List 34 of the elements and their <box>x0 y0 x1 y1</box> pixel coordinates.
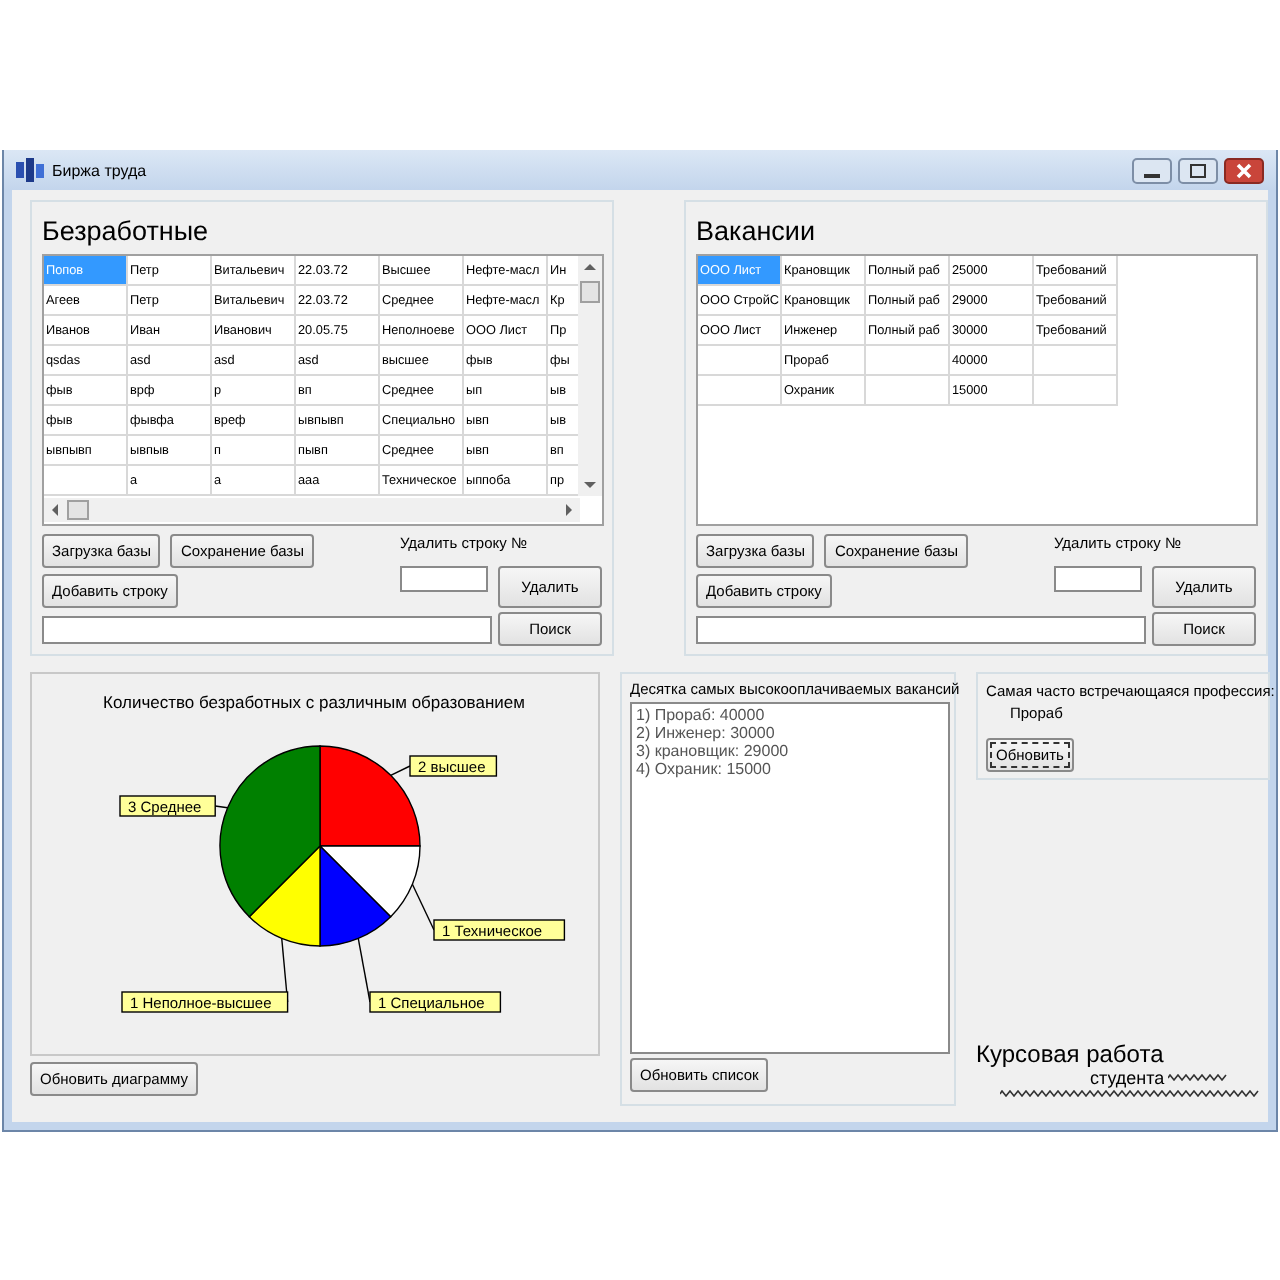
table-cell[interactable] <box>1034 346 1118 376</box>
leader-line <box>390 765 411 776</box>
table-cell[interactable] <box>44 466 128 496</box>
chart-title: Количество безработных с различным образованием <box>103 692 525 712</box>
app-icon <box>16 158 44 182</box>
table-cell[interactable] <box>698 346 782 376</box>
squiggle-icon <box>1000 1090 1260 1098</box>
footer-subtitle: студента <box>1090 1068 1165 1088</box>
search-field[interactable] <box>696 615 1146 643</box>
vertical-scrollbar[interactable] <box>578 256 602 496</box>
list-item[interactable]: 2) Инженер: 30000 <box>636 724 944 742</box>
table-cell[interactable] <box>1034 376 1118 406</box>
data-grid[interactable] <box>42 254 604 526</box>
leader-line <box>357 937 371 1003</box>
row-number-field[interactable] <box>400 565 488 591</box>
list-item[interactable]: 4) Охраник: 15000 <box>636 760 944 778</box>
search-field[interactable] <box>42 615 492 643</box>
maximize-icon[interactable] <box>1178 157 1218 183</box>
list-item[interactable]: 1) Прораб: 40000 <box>636 706 944 724</box>
list-item[interactable]: 3) крановщик: 29000 <box>636 742 944 760</box>
row-number-field[interactable] <box>1054 565 1142 591</box>
table-cell[interactable] <box>866 376 950 406</box>
vacancy-list[interactable]: 1) Прораб: 40000 2) Инженер: 30000 3) крановщик: 29000 4) Охраник: 15000 <box>630 702 950 1054</box>
close-icon[interactable] <box>1224 157 1264 183</box>
leader-line <box>411 883 435 931</box>
panel-title: Безработные <box>42 216 211 246</box>
window-title: Биржа труда <box>52 161 147 179</box>
squiggle-icon <box>1168 1074 1229 1082</box>
footer-title: Курсовая работа <box>976 1040 1166 1068</box>
horizontal-scrollbar[interactable] <box>44 498 580 522</box>
panel-title: Вакансии <box>696 216 818 246</box>
minimize-icon[interactable] <box>1132 157 1172 183</box>
table-cell[interactable] <box>866 346 950 376</box>
table-cell[interactable] <box>698 376 782 406</box>
